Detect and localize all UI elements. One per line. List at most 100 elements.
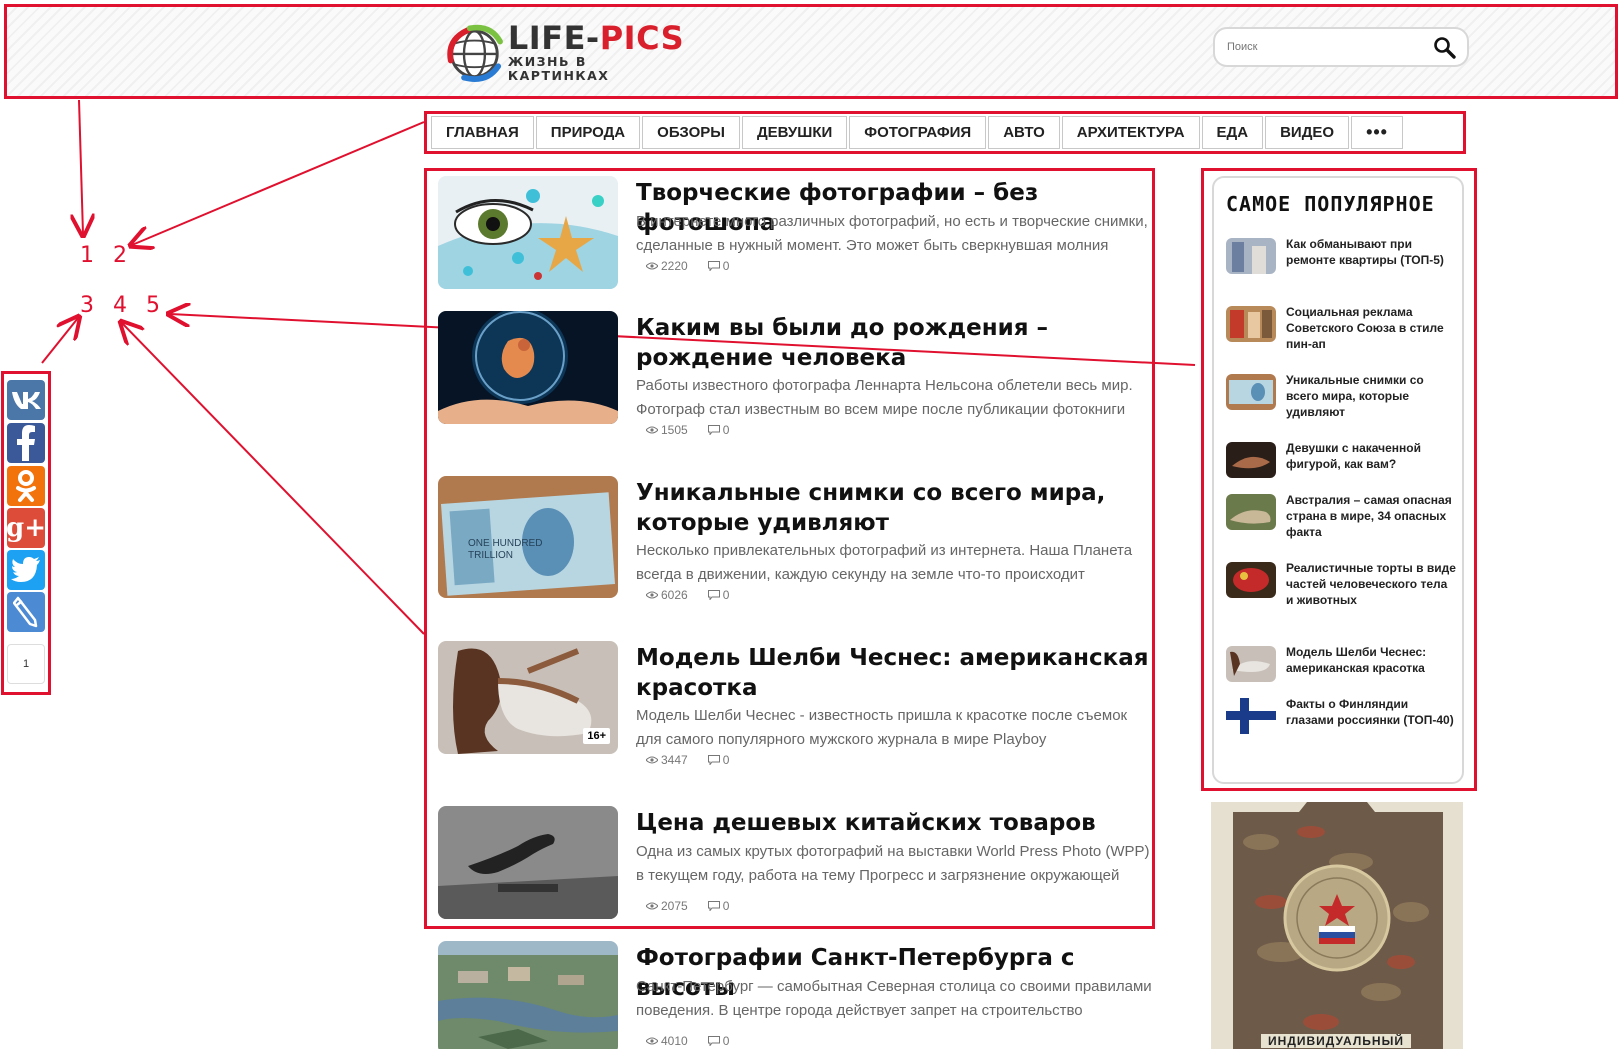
- popular-thumbnail[interactable]: [1226, 374, 1276, 410]
- views-count: 4010: [646, 1034, 688, 1048]
- article-thumbnail[interactable]: [438, 311, 618, 424]
- comments-count: 0: [707, 588, 729, 602]
- eye-icon: [646, 262, 658, 270]
- views-count: 2220: [646, 259, 688, 273]
- comment-icon: [707, 590, 720, 600]
- nav-item-architecture[interactable]: АРХИТЕКТУРА: [1061, 116, 1200, 149]
- logo-subtitle: ЖИЗНЬ В КАРТИНКАХ: [507, 54, 610, 83]
- livejournal-icon[interactable]: [7, 592, 45, 632]
- page: LIFE-PICS ЖИЗНЬ В КАРТИНКАХ ГЛАВНАЯ ПРИР…: [0, 0, 1618, 1049]
- advertisement-banner[interactable]: ИНДИВИДУАЛЬНЫЙ: [1211, 802, 1463, 1049]
- nav-item-nature[interactable]: ПРИРОДА: [535, 116, 641, 149]
- svg-text:TRILLION: TRILLION: [468, 550, 513, 561]
- nav-item-girls[interactable]: ДЕВУШКИ: [741, 116, 848, 149]
- article-title[interactable]: Каким вы были до рождения – рождение чел…: [636, 313, 1156, 373]
- site-header: LIFE-PICS ЖИЗНЬ В КАРТИНКАХ: [4, 4, 1618, 99]
- site-logo[interactable]: LIFE-PICS ЖИЗНЬ В КАРТИНКАХ: [445, 21, 685, 83]
- article-thumbnail[interactable]: ONE HUNDRED TRILLION: [438, 476, 618, 598]
- vk-icon[interactable]: [7, 380, 45, 420]
- article-description: Несколько привлекательных фотографий из …: [636, 542, 1133, 583]
- arrow-2: [132, 121, 425, 245]
- annotation-number: 1: [80, 243, 94, 268]
- views-count: 3447: [646, 753, 688, 767]
- nav-item-auto[interactable]: АВТО: [988, 116, 1060, 149]
- eye-icon: [646, 1037, 658, 1045]
- popular-thumbnail[interactable]: [1226, 306, 1276, 342]
- article-thumbnail[interactable]: [438, 176, 618, 289]
- article-thumbnail[interactable]: [438, 806, 618, 919]
- social-share-bar: g+ 1: [1, 371, 51, 695]
- popular-thumbnail[interactable]: [1226, 562, 1276, 598]
- popular-thumbnail[interactable]: [1226, 442, 1276, 478]
- popular-item-title[interactable]: Факты о Финляндии глазами россиянки (ТОП…: [1286, 696, 1456, 728]
- article-card[interactable]: ONE HUNDRED TRILLION Уникальные снимки с…: [438, 476, 1158, 616]
- article-title[interactable]: Цена дешевых китайских товаров: [636, 808, 1156, 838]
- article-meta: 6026 0: [646, 588, 729, 602]
- popular-thumbnail[interactable]: [1226, 698, 1276, 734]
- popular-item-title[interactable]: Социальная реклама Советского Союза в ст…: [1286, 304, 1456, 352]
- eye-icon: [646, 426, 658, 434]
- ad-label: ИНДИВИДУАЛЬНЫЙ: [1261, 1034, 1411, 1048]
- popular-item-title[interactable]: Австралия – самая опасная страна в мире,…: [1286, 492, 1456, 540]
- article-description: Санкт-Петербург — самобытная Северная ст…: [636, 978, 1152, 1019]
- nav-item-home[interactable]: ГЛАВНАЯ: [431, 116, 534, 149]
- popular-item-title[interactable]: Модель Шелби Чеснес: американская красот…: [1286, 644, 1456, 676]
- svg-text:ONE HUNDRED: ONE HUNDRED: [468, 538, 542, 549]
- views-count: 2075: [646, 899, 688, 913]
- article-description: Одна из самых крутых фотографий на выста…: [636, 843, 1150, 884]
- comments-count: 0: [707, 423, 729, 437]
- article-title[interactable]: Уникальные снимки со всего мира, которые…: [636, 478, 1156, 538]
- arrow-4: [122, 323, 425, 635]
- nav-more-button[interactable]: •••: [1351, 116, 1403, 149]
- facebook-icon[interactable]: [7, 423, 45, 463]
- article-card[interactable]: Каким вы были до рождения – рождение чел…: [438, 311, 1158, 451]
- comments-count: 0: [707, 899, 729, 913]
- annotation-number: 3: [80, 293, 94, 318]
- comments-count: 0: [707, 753, 729, 767]
- nav-item-photography[interactable]: ФОТОГРАФИЯ: [849, 116, 987, 149]
- popular-thumbnail[interactable]: [1226, 494, 1276, 530]
- comment-icon: [707, 261, 720, 271]
- views-count: 1505: [646, 423, 688, 437]
- globe-logo-icon: [447, 24, 503, 82]
- google-plus-icon[interactable]: g+: [6, 508, 46, 548]
- annotation-number: 4: [113, 293, 127, 318]
- odnoklassniki-icon[interactable]: [7, 466, 45, 506]
- eye-icon: [646, 756, 658, 764]
- age-rating-badge: 16+: [583, 728, 610, 744]
- article-meta: 3447 0: [646, 753, 729, 767]
- arrow-1: [79, 99, 83, 234]
- popular-item-title[interactable]: Уникальные снимки со всего мира, которые…: [1286, 372, 1456, 420]
- comment-icon: [707, 901, 720, 911]
- twitter-icon[interactable]: [7, 550, 45, 590]
- comment-icon: [707, 1036, 720, 1046]
- nav-item-food[interactable]: ЕДА: [1201, 116, 1264, 149]
- article-description: В интернете много различных фотографий, …: [636, 213, 1148, 254]
- views-count: 6026: [646, 588, 688, 602]
- popular-item-title[interactable]: Как обманывают при ремонте квартиры (ТОП…: [1286, 236, 1456, 268]
- popular-thumbnail[interactable]: [1226, 646, 1276, 682]
- nav-item-reviews[interactable]: ОБЗОРЫ: [642, 116, 740, 149]
- article-card[interactable]: Фотографии Санкт-Петербурга с высоты Сан…: [438, 941, 1158, 1049]
- search-box: [1213, 27, 1469, 67]
- article-title[interactable]: Модель Шелби Чеснес: американская красот…: [636, 643, 1156, 703]
- article-meta: 2075 0: [646, 899, 729, 913]
- popular-title: САМОЕ ПОПУЛЯРНОЕ: [1226, 192, 1435, 216]
- logo-title: LIFE-PICS: [507, 19, 685, 57]
- main-nav: ГЛАВНАЯ ПРИРОДА ОБЗОРЫ ДЕВУШКИ ФОТОГРАФИ…: [424, 111, 1466, 154]
- article-card[interactable]: Цена дешевых китайских товаров Одна из с…: [438, 806, 1158, 919]
- popular-thumbnail[interactable]: [1226, 238, 1276, 274]
- article-card[interactable]: 16+ Модель Шелби Чеснес: американская кр…: [438, 641, 1158, 781]
- popular-item-title[interactable]: Реалистичные торты в виде частей человеч…: [1286, 560, 1456, 608]
- share-counter: 1: [7, 644, 45, 684]
- article-thumbnail[interactable]: 16+: [438, 641, 618, 754]
- annotation-number: 5: [146, 293, 160, 318]
- article-meta: 2220 0: [646, 259, 729, 273]
- article-card[interactable]: Творческие фотографии – без фотошопа В и…: [438, 176, 1158, 289]
- popular-item-title[interactable]: Девушки с накаченной фигурой, как вам?: [1286, 440, 1456, 472]
- nav-item-video[interactable]: ВИДЕО: [1265, 116, 1350, 149]
- article-thumbnail[interactable]: [438, 941, 618, 1049]
- search-icon[interactable]: [1433, 36, 1457, 60]
- comment-icon: [707, 425, 720, 435]
- search-input[interactable]: [1227, 37, 1427, 57]
